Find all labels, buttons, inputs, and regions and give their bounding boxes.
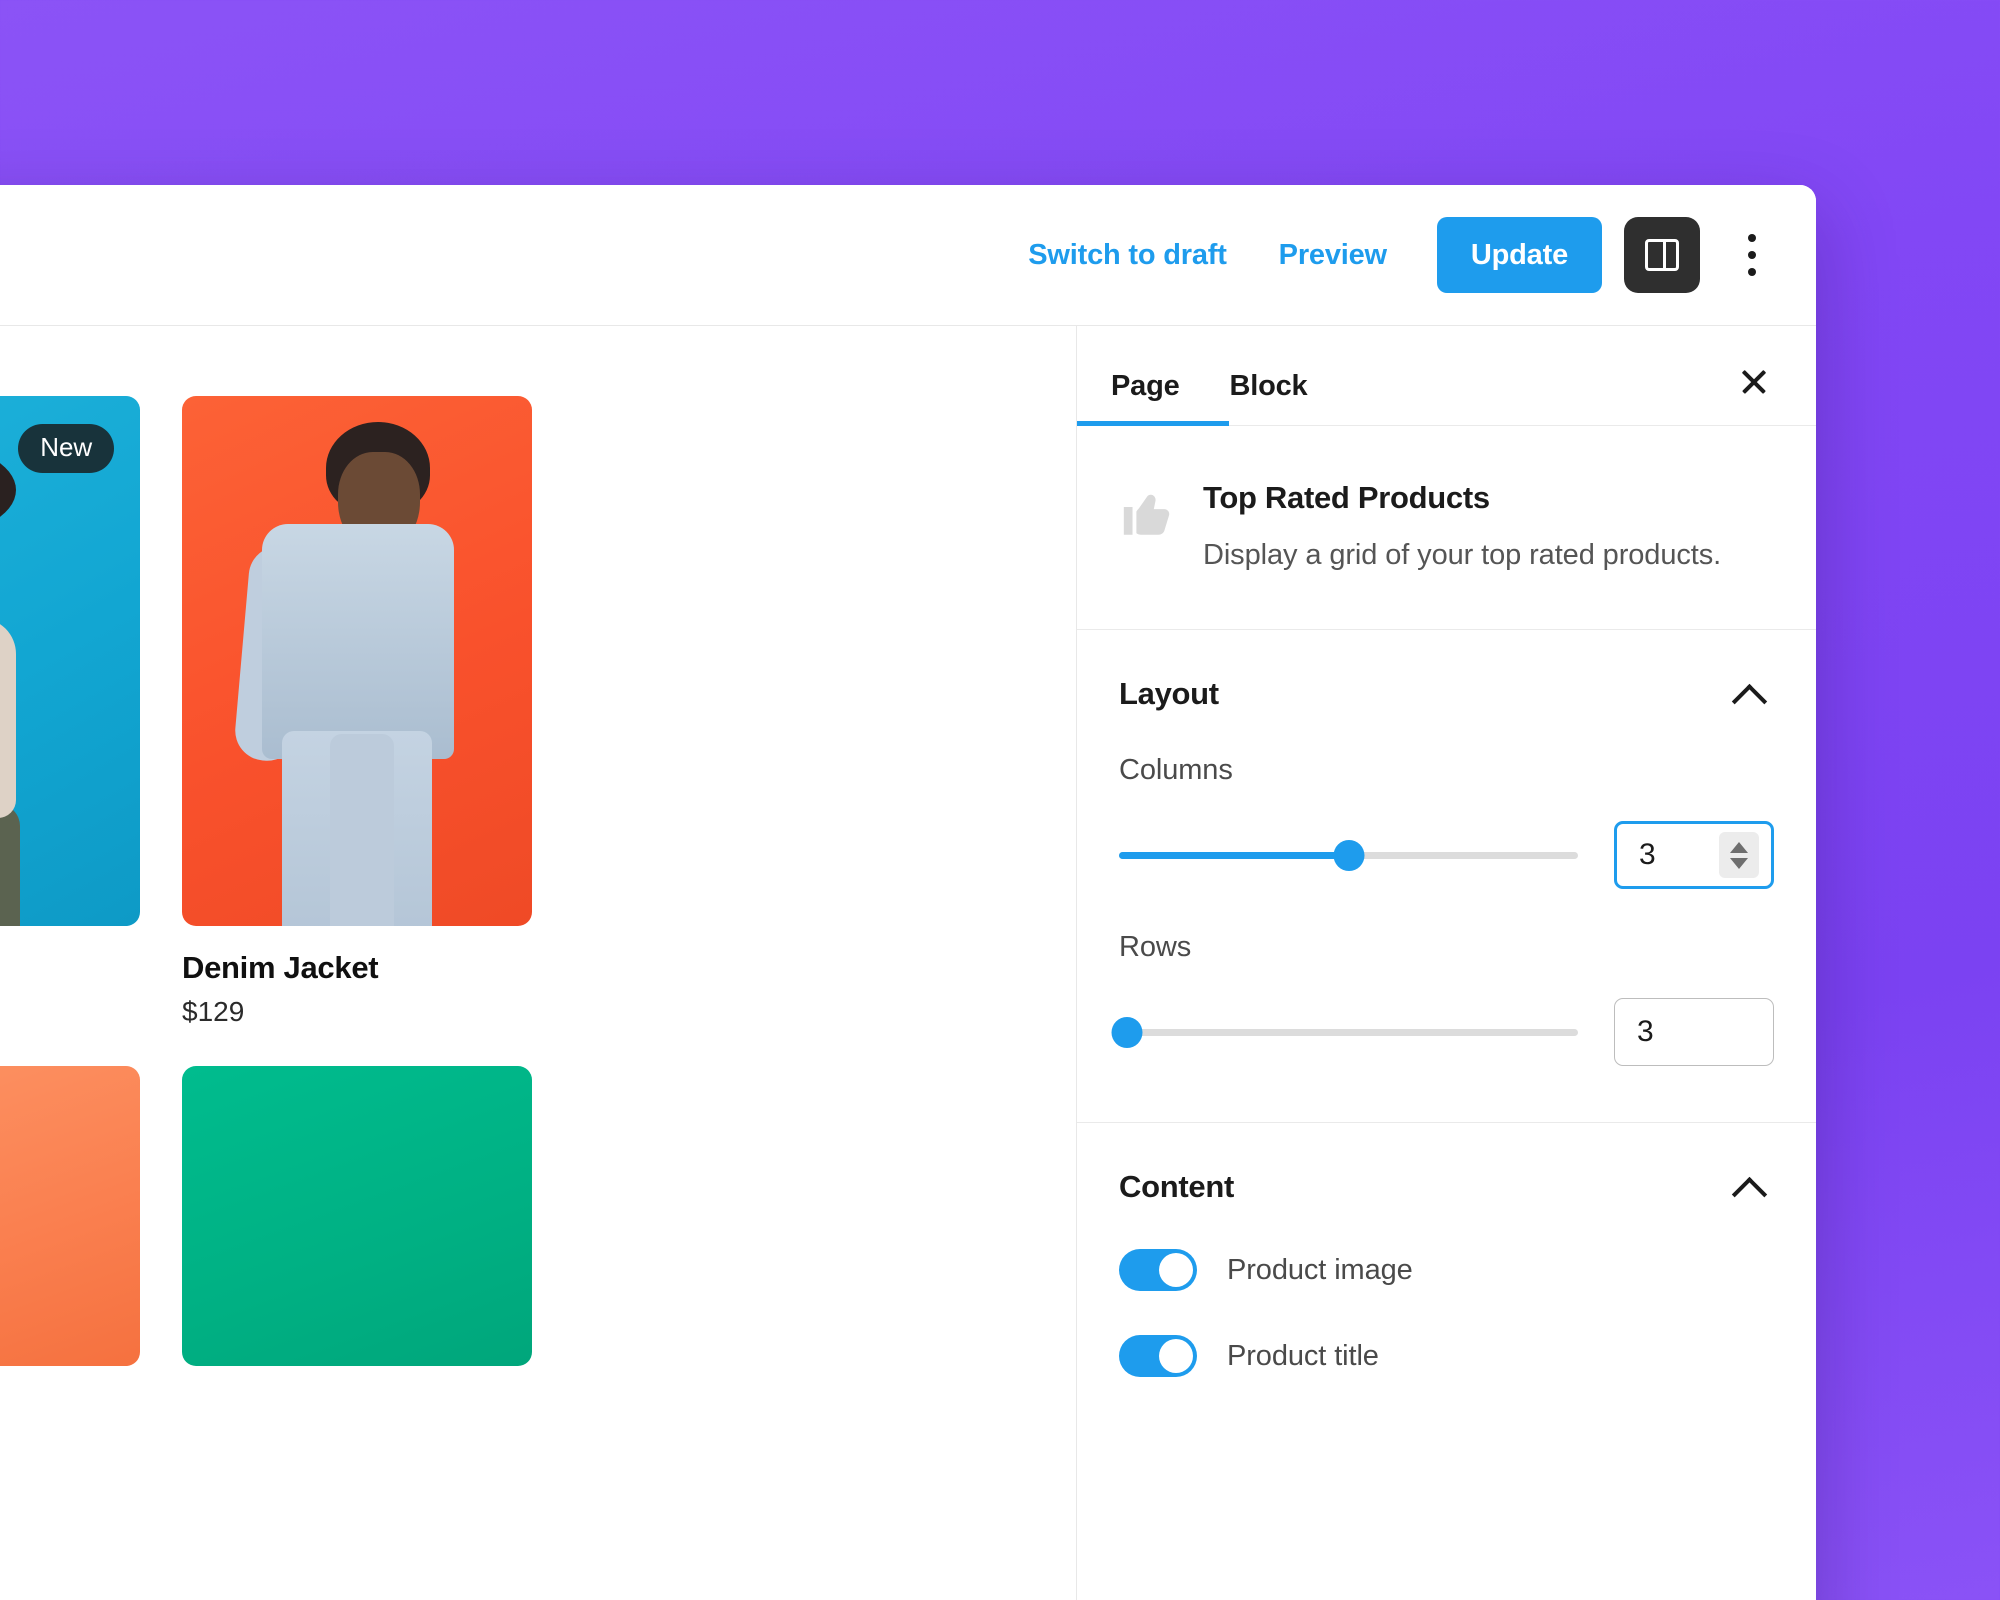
toggle-knob: [1159, 1339, 1193, 1374]
editor-body: New Denim Jacket $129 Page Block Top Rat…: [0, 326, 1816, 1600]
preview-button[interactable]: Preview: [1265, 229, 1401, 282]
columns-value: 3: [1639, 838, 1656, 872]
stepper-up-icon[interactable]: [1730, 841, 1748, 853]
product-card-partial[interactable]: [574, 396, 924, 1028]
product-card[interactable]: [0, 1066, 140, 1366]
block-info: Top Rated Products Display a grid of you…: [1077, 426, 1816, 631]
slider-fill: [1119, 852, 1349, 860]
toggle-product-title-label: Product title: [1227, 1339, 1379, 1372]
product-grid: New Denim Jacket $129: [0, 396, 924, 1366]
close-sidebar-button[interactable]: [1726, 353, 1782, 409]
product-image[interactable]: [182, 1066, 532, 1366]
post-canvas[interactable]: New Denim Jacket $129: [0, 326, 1076, 1600]
product-image[interactable]: [0, 1066, 140, 1366]
product-image[interactable]: [182, 396, 532, 926]
switch-to-draft-button[interactable]: Switch to draft: [1014, 229, 1240, 282]
sidebar-tabs: Page Block: [1077, 326, 1816, 426]
columns-label: Columns: [1119, 754, 1233, 787]
sidebar-toggle-button[interactable]: [1624, 217, 1700, 293]
block-description: Display a grid of your top rated product…: [1203, 539, 1722, 571]
new-badge: New: [18, 424, 114, 473]
thumbs-up-icon: [1119, 484, 1177, 542]
more-options-button[interactable]: [1726, 217, 1778, 293]
update-button[interactable]: Update: [1436, 217, 1602, 293]
product-photo-backdrop: [0, 1066, 140, 1366]
product-card[interactable]: [182, 1066, 532, 1366]
rows-number-input[interactable]: 3: [1614, 998, 1774, 1067]
toggle-knob: [1159, 1253, 1193, 1288]
product-card[interactable]: New: [0, 396, 140, 1028]
section-content: Content Product image Product title: [1077, 1123, 1816, 1433]
sidebar-panel-icon: [1645, 239, 1679, 271]
columns-stepper[interactable]: [1719, 832, 1759, 879]
rows-label: Rows: [1119, 931, 1192, 964]
editor-toolbar: Switch to draft Preview Update: [0, 185, 1816, 326]
columns-control: 3: [1119, 821, 1774, 890]
product-card[interactable]: Denim Jacket $129: [182, 396, 532, 1028]
product-title: Denim Jacket: [182, 950, 379, 985]
product-photo-backdrop: [182, 1066, 532, 1366]
chevron-up-icon[interactable]: [1734, 679, 1764, 709]
toggle-product-image-label: Product image: [1227, 1253, 1413, 1286]
toggle-product-image[interactable]: [1119, 1249, 1197, 1292]
tab-block[interactable]: Block: [1230, 370, 1308, 425]
slider-thumb[interactable]: [1111, 1016, 1143, 1048]
toggle-product-image-row: Product image: [1119, 1249, 1774, 1292]
slider-thumb[interactable]: [1333, 839, 1364, 871]
product-image[interactable]: New: [0, 396, 140, 926]
toggle-product-title-row: Product title: [1119, 1335, 1774, 1378]
kebab-dot: [1748, 268, 1756, 276]
section-title: Layout: [1119, 676, 1219, 712]
kebab-dot: [1748, 234, 1756, 242]
editor-window: Switch to draft Preview Update New Denim…: [0, 185, 1816, 1600]
kebab-dot: [1748, 251, 1756, 259]
product-price: $129: [182, 996, 245, 1027]
toggle-product-title[interactable]: [1119, 1335, 1197, 1378]
section-layout-header[interactable]: Layout: [1119, 676, 1774, 712]
section-content-header[interactable]: Content: [1119, 1169, 1774, 1205]
product-photo-backdrop: [0, 396, 140, 926]
section-layout: Layout Columns 3 Rows 3: [1077, 630, 1816, 1124]
settings-sidebar: Page Block Top Rated Products Display a …: [1076, 326, 1816, 1600]
product-photo-backdrop: [182, 396, 532, 926]
rows-control: 3: [1111, 998, 1774, 1067]
block-title: Top Rated Products: [1203, 480, 1490, 515]
section-title: Content: [1119, 1169, 1234, 1205]
chevron-up-icon[interactable]: [1734, 1172, 1764, 1202]
columns-slider[interactable]: [1119, 835, 1578, 875]
tab-page[interactable]: Page: [1111, 370, 1180, 425]
rows-value: 3: [1637, 1015, 1654, 1049]
slider-track: [1119, 1029, 1578, 1037]
stepper-down-icon[interactable]: [1730, 857, 1748, 869]
rows-slider[interactable]: [1111, 1012, 1578, 1052]
close-icon: [1739, 366, 1769, 396]
columns-number-input[interactable]: 3: [1614, 821, 1774, 890]
